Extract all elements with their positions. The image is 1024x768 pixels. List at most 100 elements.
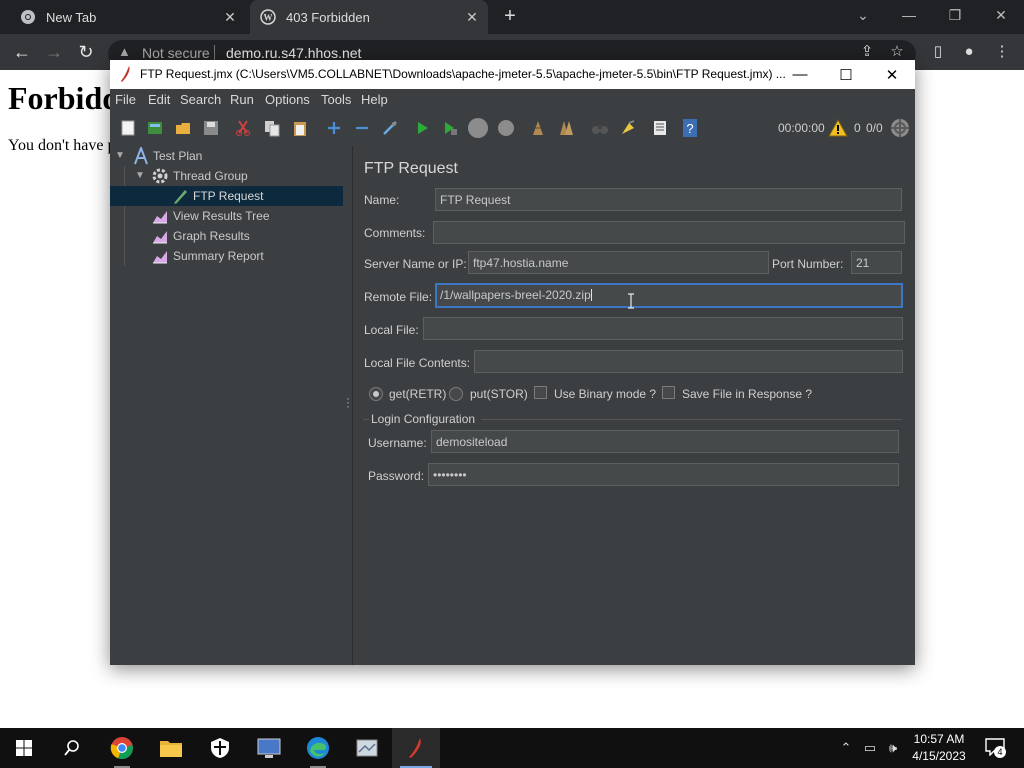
tree-item-label: Thread Group <box>173 169 248 183</box>
save-icon[interactable] <box>199 117 223 139</box>
name-input[interactable]: FTP Request <box>435 188 902 211</box>
tree-item-thread-group[interactable]: ▼ Thread Group <box>110 166 343 186</box>
server-input[interactable]: ftp47.hostia.name <box>468 251 769 274</box>
taskbar-chrome[interactable] <box>98 728 146 768</box>
network-icon[interactable]: ▭ <box>861 739 879 757</box>
start-no-pauses-icon[interactable] <box>438 117 462 139</box>
reset-search-icon[interactable] <box>616 117 640 139</box>
menu-run[interactable]: Run <box>230 92 254 107</box>
reload-icon[interactable]: ↻ <box>73 39 99 65</box>
shutdown-icon[interactable] <box>494 117 518 139</box>
username-input[interactable]: demositeload <box>431 430 899 453</box>
function-helper-icon[interactable] <box>648 117 672 139</box>
tree-item-label: Summary Report <box>173 249 264 263</box>
get-radio[interactable] <box>369 387 383 401</box>
maximize-button[interactable]: ☐ <box>823 60 869 89</box>
port-input[interactable]: 21 <box>851 251 902 274</box>
menu-file[interactable]: File <box>115 92 136 107</box>
warning-icon[interactable] <box>828 119 848 137</box>
jmeter-feather-icon <box>121 66 130 82</box>
notification-button[interactable]: 4 <box>984 738 1006 758</box>
remote-file-label: Remote File: <box>364 290 433 304</box>
toggle-icon[interactable] <box>378 117 402 139</box>
new-tab-button[interactable]: + <box>498 5 522 29</box>
menu-edit[interactable]: Edit <box>148 92 170 107</box>
start-button[interactable] <box>0 728 48 768</box>
help-icon[interactable]: ? <box>678 117 702 139</box>
profile-icon[interactable]: ● <box>957 40 981 64</box>
clock-date: 4/15/2023 <box>912 749 966 763</box>
local-file-input[interactable] <box>423 317 903 340</box>
taskbar-jmeter[interactable] <box>392 728 440 768</box>
menu-help[interactable]: Help <box>361 92 388 107</box>
editor-heading: FTP Request <box>364 160 458 177</box>
chrome-icon <box>110 737 133 760</box>
tree-item-graph-results[interactable]: Graph Results <box>110 226 343 246</box>
jmeter-toolbar: ? 00:00:00 0 0/0 <box>110 111 915 146</box>
side-panel-icon[interactable]: ▯ <box>926 40 950 64</box>
local-contents-input[interactable] <box>474 350 903 373</box>
username-label: Username: <box>368 436 427 450</box>
close-window-button[interactable]: ✕ <box>978 0 1024 30</box>
close-icon[interactable]: ✕ <box>462 7 482 27</box>
taskbar-edge[interactable] <box>294 728 342 768</box>
new-icon[interactable] <box>116 117 140 139</box>
tree-item-test-plan[interactable]: ▼ Test Plan <box>110 146 343 166</box>
taskbar-security[interactable] <box>196 728 244 768</box>
search-button[interactable] <box>48 728 96 768</box>
save-file-checkbox[interactable] <box>662 386 675 399</box>
minimize-button[interactable]: — <box>886 0 932 30</box>
test-plan-tree: ▼ Test Plan ▼ Thread Group FTP Request V… <box>110 146 343 665</box>
restore-button[interactable]: ❐ <box>932 0 978 30</box>
remote-file-input[interactable]: /1/wallpapers-breel-2020.zip <box>435 283 903 308</box>
tab-403-forbidden[interactable]: W 403 Forbidden ✕ <box>250 0 488 34</box>
copy-icon[interactable] <box>260 117 284 139</box>
taskbar-app[interactable] <box>343 728 391 768</box>
comments-input[interactable] <box>433 221 905 244</box>
tree-item-ftp-request[interactable]: FTP Request <box>110 186 343 206</box>
more-menu-icon[interactable]: ⋮ <box>990 40 1014 64</box>
cut-icon[interactable] <box>231 117 255 139</box>
tab-search-icon[interactable]: ⌄ <box>840 0 886 30</box>
close-button[interactable]: ✕ <box>869 60 915 89</box>
taskbar-file-explorer[interactable] <box>147 728 195 768</box>
expand-all-icon[interactable] <box>322 117 346 139</box>
password-input[interactable]: •••••••• <box>428 463 899 486</box>
open-icon[interactable] <box>171 117 195 139</box>
tree-item-view-results-tree[interactable]: View Results Tree <box>110 206 343 226</box>
chevron-down-icon[interactable]: ▼ <box>135 171 145 181</box>
paste-icon[interactable] <box>288 117 312 139</box>
binary-mode-checkbox[interactable] <box>534 386 547 399</box>
chevron-up-icon[interactable]: ⌃ <box>837 739 855 757</box>
back-arrow-icon[interactable]: ← <box>9 39 35 65</box>
put-radio-label: put(STOR) <box>470 387 528 401</box>
chevron-down-icon[interactable]: ▼ <box>115 151 125 161</box>
clear-icon[interactable] <box>526 117 550 139</box>
templates-icon[interactable] <box>143 117 167 139</box>
wordpress-icon: W <box>260 9 276 25</box>
forward-arrow-icon[interactable]: → <box>41 39 67 65</box>
volume-icon[interactable]: 🕪 <box>884 739 902 757</box>
active-threads: 0/0 <box>866 121 883 135</box>
tree-item-summary-report[interactable]: Summary Report <box>110 246 343 266</box>
put-radio[interactable] <box>449 387 463 401</box>
close-icon[interactable]: ✕ <box>220 7 240 27</box>
menu-tools[interactable]: Tools <box>321 92 351 107</box>
search-binoculars-icon[interactable] <box>588 117 612 139</box>
desktop: Forbidden You don't have permission to a… <box>0 0 1024 768</box>
remote-file-value: /1/wallpapers-breel-2020.zip <box>440 288 591 302</box>
password-label: Password: <box>368 469 425 483</box>
menu-options[interactable]: Options <box>265 92 310 107</box>
clear-all-icon[interactable] <box>554 117 578 139</box>
save-file-label: Save File in Response ? <box>682 387 813 401</box>
clock[interactable]: 10:57 AM 4/15/2023 <box>906 731 972 765</box>
window-title: FTP Request.jmx (C:\Users\VM5.COLLABNET\… <box>140 67 786 81</box>
taskbar-remote-app[interactable] <box>245 728 293 768</box>
tab-new-tab[interactable]: New Tab ✕ <box>10 0 246 34</box>
start-icon[interactable] <box>410 117 434 139</box>
collapse-all-icon[interactable] <box>350 117 374 139</box>
menu-search[interactable]: Search <box>180 92 221 107</box>
minimize-button[interactable]: — <box>777 60 823 89</box>
stop-icon[interactable] <box>466 117 490 139</box>
drag-handle-icon[interactable]: · · · <box>346 392 350 412</box>
